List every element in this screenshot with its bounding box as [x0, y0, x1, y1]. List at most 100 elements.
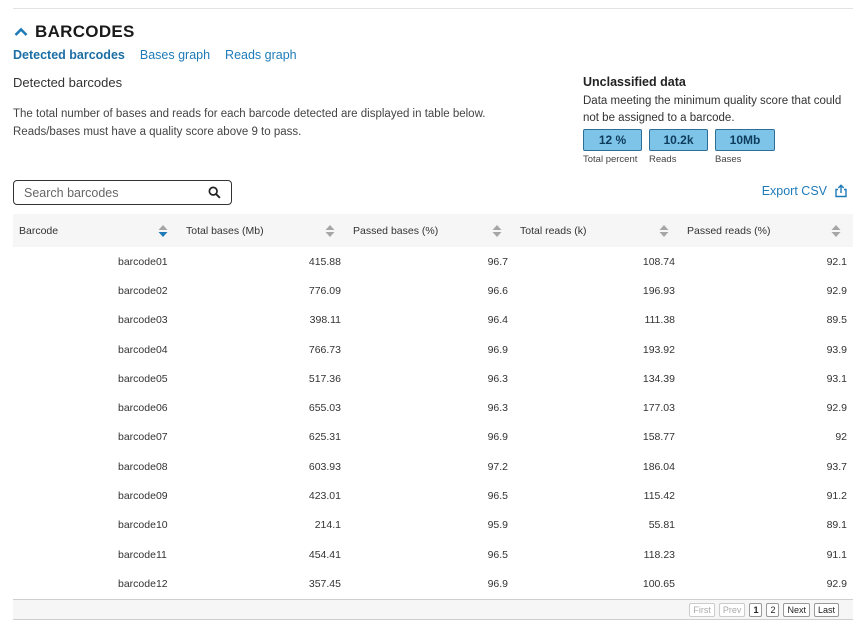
cell-total-bases: 357.45 [308, 577, 341, 590]
cell-total-reads: 55.81 [648, 519, 675, 532]
cell-passed-reads: 93.7 [826, 460, 847, 473]
cell-total-bases: 423.01 [308, 490, 341, 503]
cell-total-bases: 415.88 [308, 255, 341, 268]
export-csv-button[interactable]: Export CSV [762, 184, 848, 198]
prev-page-button[interactable]: Prev [718, 602, 746, 617]
cell-passed-reads: 93.1 [826, 372, 847, 385]
stat-total-percent: 12 % Total percent [583, 129, 642, 165]
cell-total-bases: 517.36 [308, 372, 341, 385]
column-header-label: Barcode [19, 224, 59, 237]
cell-total-bases: 603.93 [308, 460, 341, 473]
cell-total-reads: 134.39 [642, 372, 675, 385]
column-header-barcode[interactable]: Barcode [13, 224, 180, 238]
barcodes-table: Barcode Total bases (Mb) Passed bases (%… [13, 214, 853, 599]
stat-bases: 10Mb Bases [715, 129, 775, 165]
column-header-passed-bases[interactable]: Passed bases (%) [347, 224, 514, 238]
unclassified-panel: Unclassified data Data meeting the minim… [583, 75, 863, 165]
cell-total-bases: 454.41 [308, 548, 341, 561]
cell-passed-reads: 92 [835, 431, 847, 444]
table-header: Barcode Total bases (Mb) Passed bases (%… [13, 214, 853, 247]
cell-passed-bases: 96.5 [487, 548, 508, 561]
column-header-label: Total reads (k) [520, 224, 587, 237]
cell-total-reads: 158.77 [642, 431, 675, 444]
table-row: barcode03 398.11 96.4 111.38 89.5 [13, 306, 853, 335]
search-input[interactable] [24, 185, 204, 200]
first-page-button[interactable]: First [689, 602, 715, 617]
cell-barcode: barcode11 [118, 548, 167, 561]
cell-total-reads: 193.92 [642, 343, 675, 356]
last-page-button[interactable]: Last [813, 602, 839, 617]
description-line-2: Reads/bases must have a quality score ab… [13, 126, 302, 138]
cell-total-reads: 177.03 [642, 402, 675, 415]
tab-detected-barcodes[interactable]: Detected barcodes [13, 48, 125, 62]
cell-passed-reads: 93.9 [826, 343, 847, 356]
stat-reads: 10.2k Reads [649, 129, 708, 165]
cell-barcode: barcode08 [118, 460, 168, 473]
cell-passed-reads: 92.9 [826, 402, 847, 415]
column-header-total-reads[interactable]: Total reads (k) [514, 224, 681, 238]
cell-barcode: barcode03 [118, 314, 168, 327]
stat-label: Bases [715, 154, 742, 165]
table-row: barcode02 776.09 96.6 196.93 92.9 [13, 276, 853, 305]
cell-passed-reads: 91.2 [826, 490, 847, 503]
top-divider [13, 8, 853, 9]
cell-passed-bases: 96.6 [487, 284, 508, 297]
stat-value: 12 % [583, 129, 642, 151]
cell-total-bases: 214.1 [314, 519, 341, 532]
cell-barcode: barcode02 [118, 284, 168, 297]
cell-barcode: barcode05 [118, 372, 168, 385]
section-title: BARCODES [35, 22, 135, 41]
table-row: barcode09 423.01 96.5 115.42 91.2 [13, 481, 853, 510]
tab-bases-graph[interactable]: Bases graph [140, 48, 210, 62]
stat-value: 10Mb [715, 129, 775, 151]
export-csv-label: Export CSV [761, 184, 827, 198]
panel-subtitle: Detected barcodes [13, 75, 123, 90]
cell-passed-bases: 97.2 [487, 460, 508, 473]
stat-label: Total percent [583, 154, 638, 165]
next-page-button[interactable]: Next [783, 602, 810, 617]
sort-icon [831, 224, 841, 237]
cell-total-reads: 118.23 [643, 548, 675, 561]
cell-total-reads: 115.42 [643, 490, 675, 503]
cell-total-bases: 398.11 [309, 314, 341, 327]
page-1-button[interactable]: 1 [749, 602, 763, 617]
cell-barcode: barcode06 [118, 402, 168, 415]
sort-icon [158, 224, 168, 237]
cell-passed-bases: 96.4 [487, 314, 508, 327]
unclassified-desc-line-2: not be assigned to a barcode. [583, 111, 735, 124]
stat-label: Reads [649, 154, 677, 165]
cell-passed-bases: 96.7 [487, 255, 508, 268]
section-header[interactable]: BARCODES [13, 22, 135, 42]
table-row: barcode12 357.45 96.9 100.65 92.9 [13, 569, 853, 598]
column-header-passed-reads[interactable]: Passed reads (%) [681, 224, 853, 238]
cell-passed-bases: 95.9 [487, 519, 508, 532]
cell-passed-reads: 92.9 [826, 284, 847, 297]
cell-total-bases: 625.31 [308, 431, 341, 444]
cell-total-reads: 100.65 [642, 577, 675, 590]
cell-total-reads: 186.04 [642, 460, 675, 473]
cell-barcode: barcode01 [118, 255, 168, 268]
sort-icon [659, 224, 669, 237]
page-2-button[interactable]: 2 [766, 602, 780, 617]
cell-total-reads: 196.93 [642, 284, 675, 297]
cell-passed-reads: 92.1 [826, 255, 847, 268]
column-header-label: Passed bases (%) [353, 224, 439, 237]
table-row: barcode08 603.93 97.2 186.04 93.7 [13, 452, 853, 481]
unclassified-stats: 12 % Total percent 10.2k Reads 10Mb Base… [583, 129, 863, 165]
search-icon[interactable] [208, 186, 221, 199]
column-header-total-bases[interactable]: Total bases (Mb) [180, 224, 347, 238]
stat-value: 10.2k [649, 129, 708, 151]
tab-reads-graph[interactable]: Reads graph [225, 48, 297, 62]
cell-passed-reads: 89.1 [826, 519, 847, 532]
cell-total-bases: 776.09 [308, 284, 341, 297]
table-row: barcode07 625.31 96.9 158.77 92 [13, 423, 853, 452]
unclassified-description: Data meeting the minimum quality score t… [583, 93, 863, 126]
chevron-up-icon[interactable] [13, 24, 29, 40]
cell-passed-reads: 92.9 [826, 577, 847, 590]
cell-total-bases: 655.03 [308, 402, 341, 415]
cell-passed-bases: 96.9 [487, 431, 508, 444]
table-row: barcode01 415.88 96.7 108.74 92.1 [13, 247, 853, 276]
table-row: barcode10 214.1 95.9 55.81 89.1 [13, 511, 853, 540]
pagination: First Prev 1 2 Next Last [13, 599, 853, 620]
table-row: barcode05 517.36 96.3 134.39 93.1 [13, 364, 853, 393]
